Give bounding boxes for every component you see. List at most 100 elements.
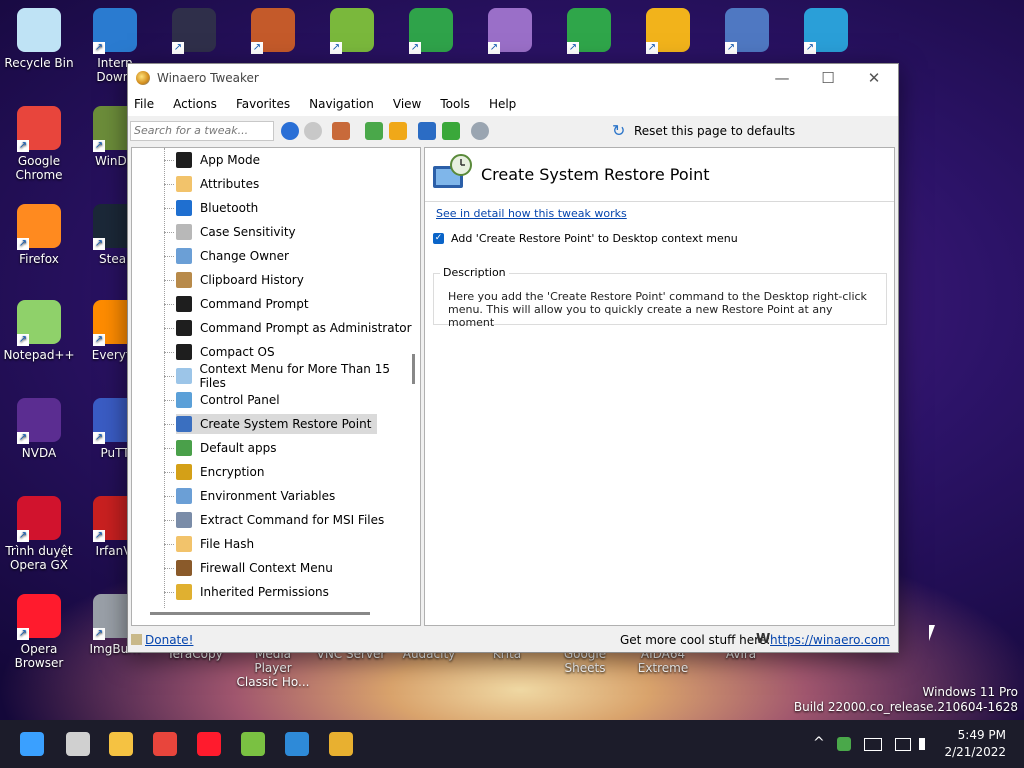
tree-item-label: Extract Command for MSI Files: [200, 513, 385, 527]
desktop-icon-opera-gx[interactable]: ↗ Trình duyệt Opera GX: [1, 496, 77, 572]
description-group: Description Here you add the 'Create Res…: [433, 266, 887, 329]
add-favorite-icon[interactable]: [365, 122, 383, 140]
tree-connector: [164, 208, 174, 209]
tray-overflow-chevron-icon[interactable]: ^: [813, 735, 825, 751]
tray-app-icon[interactable]: [837, 737, 851, 751]
desktop-top-app-icon[interactable]: ↗: [409, 8, 453, 54]
tree-item-icon: [176, 248, 192, 264]
reset-page-button[interactable]: ↻ Reset this page to defaults: [612, 120, 795, 142]
title-bar[interactable]: Winaero Tweaker — ☐ ✕: [128, 64, 898, 92]
donate-link[interactable]: Donate!: [145, 633, 193, 647]
apply-check-icon[interactable]: [442, 122, 460, 140]
desktop-top-app-icon[interactable]: ↗: [567, 8, 611, 54]
tree-item[interactable]: Attributes: [164, 174, 265, 194]
tree-item[interactable]: Environment Variables: [164, 486, 341, 506]
desktop-icon-notepad-plus-plus[interactable]: ↗ Notepad++: [1, 300, 77, 362]
taskbar-clock[interactable]: 5:49 PM 2/21/2022: [944, 727, 1006, 761]
tree-item[interactable]: Compact OS: [164, 342, 281, 362]
tweak-tree[interactable]: App Mode Attributes Bluetooth Case Sensitiv…: [131, 147, 421, 626]
desktop-icon-firefox[interactable]: ↗ Firefox: [1, 204, 77, 266]
desktop-icon-nvda[interactable]: ↗ NVDA: [1, 398, 77, 460]
desktop-top-app-icon[interactable]: ↗: [251, 8, 295, 54]
tree-item[interactable]: Default apps: [164, 438, 283, 458]
tree-item[interactable]: Command Prompt as Administrator: [164, 318, 418, 338]
desktop-top-app-icon[interactable]: ↗: [488, 8, 532, 54]
taskbar-opera-icon[interactable]: [197, 732, 221, 756]
menu-actions[interactable]: Actions: [173, 97, 217, 111]
maximize-button[interactable]: ☐: [805, 64, 851, 92]
favorites-star-icon[interactable]: [389, 122, 407, 140]
reset-label: Reset this page to defaults: [634, 124, 796, 138]
tree-item[interactable]: Case Sensitivity: [164, 222, 302, 242]
minimize-button[interactable]: —: [759, 64, 805, 92]
menu-navigation[interactable]: Navigation: [309, 97, 374, 111]
desktop-top-app-icon[interactable]: ↗: [804, 8, 848, 54]
tree-item[interactable]: Control Panel: [164, 390, 286, 410]
desktop-top-app-icon[interactable]: ↗: [646, 8, 690, 54]
tree-item[interactable]: Firewall Context Menu: [164, 558, 339, 578]
tree-item-icon: [176, 272, 192, 288]
tree-item[interactable]: App Mode: [164, 150, 266, 170]
search-input[interactable]: Search for a tweak...: [130, 121, 274, 141]
home-icon[interactable]: [332, 122, 350, 140]
desktop-top-app-icon[interactable]: ↗: [172, 8, 216, 54]
checkbox-checked-icon[interactable]: ✓: [433, 233, 444, 244]
shortcut-arrow-icon: ↗: [93, 628, 105, 640]
tree-item[interactable]: Clipboard History: [164, 270, 310, 290]
taskbar-control-panel-icon[interactable]: [285, 732, 309, 756]
network-icon[interactable]: [895, 738, 911, 751]
menu-file[interactable]: File: [134, 97, 154, 111]
keyboard-icon[interactable]: [864, 738, 882, 751]
winaero-url-link[interactable]: https://winaero.com: [770, 633, 890, 647]
desktop-icon-opera-browser[interactable]: ↗ Opera Browser: [1, 594, 77, 670]
context-menu-option-checkbox[interactable]: ✓ Add 'Create Restore Point' to Desktop …: [433, 232, 738, 245]
description-legend: Description: [440, 266, 509, 279]
menu-tools[interactable]: Tools: [440, 97, 470, 111]
menu-favorites[interactable]: Favorites: [236, 97, 290, 111]
desktop-icon-google-chrome[interactable]: ↗ Google Chrome: [1, 106, 77, 182]
tree-item[interactable]: Command Prompt: [164, 294, 315, 314]
desktop-top-app-icon[interactable]: ↗: [330, 8, 374, 54]
detail-link[interactable]: See in detail how this tweak works: [436, 207, 627, 220]
winaero-tweaker-window: Winaero Tweaker — ☐ ✕ File Actions Favorit…: [127, 63, 899, 653]
shortcut-icon[interactable]: [418, 122, 436, 140]
taskbar-task-view-icon[interactable]: [66, 732, 90, 756]
tree-connector: [164, 520, 174, 521]
taskbar-start-icon[interactable]: [20, 732, 44, 756]
clock-date: 2/21/2022: [944, 745, 1006, 759]
notepad-plus-plus-icon: ↗: [17, 300, 61, 346]
tree-horizontal-scrollbar[interactable]: [150, 612, 370, 615]
taskbar-bluestacks-icon[interactable]: [241, 732, 265, 756]
taskbar-chrome-icon[interactable]: [153, 732, 177, 756]
tree-item[interactable]: File Hash: [164, 534, 260, 554]
tree-item-icon: [176, 152, 192, 168]
volume-icon[interactable]: [919, 738, 933, 750]
taskbar-winaero-tweaker-icon[interactable]: [329, 732, 353, 756]
tree-item-label: Control Panel: [200, 393, 280, 407]
forward-icon[interactable]: [304, 122, 322, 140]
tree-item[interactable]: Encryption: [164, 462, 270, 482]
taskbar-file-explorer-icon[interactable]: [109, 732, 133, 756]
desktop-icon-recycle-bin[interactable]: Recycle Bin: [1, 8, 77, 70]
tree-item-icon: [176, 368, 192, 384]
tree-item-label: Command Prompt as Administrator: [200, 321, 412, 335]
tree-vertical-scrollbar[interactable]: [412, 354, 415, 384]
close-button[interactable]: ✕: [851, 64, 897, 92]
tree-item[interactable]: Bluetooth: [164, 198, 264, 218]
tree-connector: [164, 472, 174, 473]
menu-view[interactable]: View: [393, 97, 421, 111]
tree-item[interactable]: Context Menu for More Than 15 Files: [164, 362, 420, 390]
tree-item[interactable]: Extract Command for MSI Files: [164, 510, 390, 530]
back-icon[interactable]: [281, 122, 299, 140]
menu-help[interactable]: Help: [489, 97, 516, 111]
tree-item[interactable]: Create System Restore Point: [164, 414, 378, 434]
desktop-icon-label: Trình duyệt Opera GX: [5, 544, 73, 572]
tree-item-label: Compact OS: [200, 345, 275, 359]
recycle-bin-icon: [17, 8, 61, 52]
desktop-icon-label[interactable]: Media Player Classic Ho...: [235, 647, 311, 689]
desktop-top-app-icon[interactable]: ↗: [725, 8, 769, 54]
tree-item[interactable]: Inherited Permissions: [164, 582, 335, 602]
tree-item[interactable]: Change Owner: [164, 246, 295, 266]
tree-item-icon: [176, 560, 192, 576]
settings-gear-icon[interactable]: [471, 122, 489, 140]
